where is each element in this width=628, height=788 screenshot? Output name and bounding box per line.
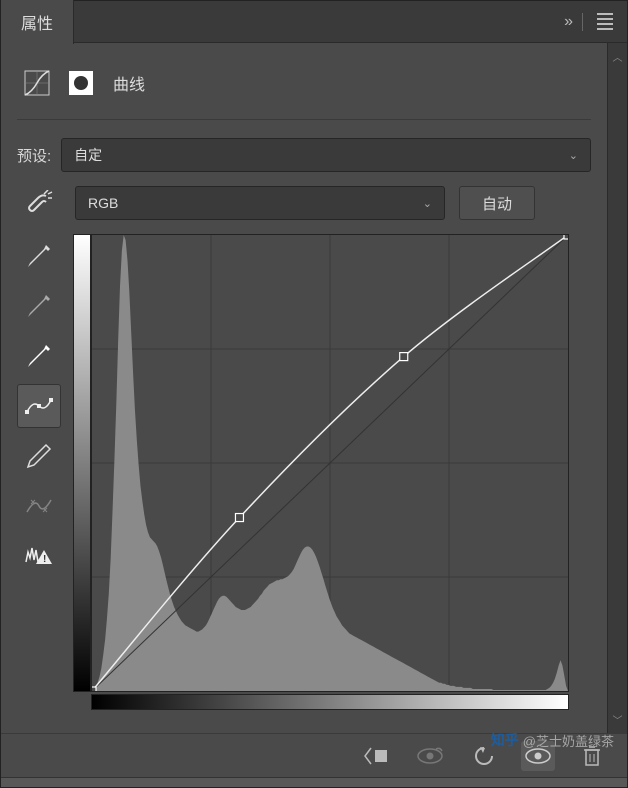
eyedropper-black-icon[interactable] — [17, 234, 61, 278]
eyedropper-gray-icon[interactable] — [17, 284, 61, 328]
watermark-author: @芝士奶盖绿茶 — [523, 731, 614, 750]
pencil-tool-icon[interactable] — [17, 434, 61, 478]
adjustment-type-row: 曲线 — [17, 53, 591, 120]
preset-select[interactable]: 自定 ⌄ — [61, 138, 591, 172]
adjustment-type-label: 曲线 — [113, 71, 145, 95]
mask-icon[interactable] — [65, 67, 97, 99]
channel-row: RGB ⌄ 自动 — [17, 186, 591, 220]
panel-tab[interactable]: 属性 — [1, 0, 74, 44]
clip-warning-icon[interactable]: ! — [17, 534, 61, 578]
preset-row: 预设: 自定 ⌄ — [17, 138, 591, 172]
collapse-icon[interactable]: » — [564, 13, 568, 31]
menu-icon[interactable] — [597, 13, 613, 31]
scrubby-icon[interactable] — [17, 190, 61, 216]
curves-icon[interactable] — [21, 67, 53, 99]
auto-button[interactable]: 自动 — [459, 186, 535, 220]
scroll-down-icon[interactable]: ﹀ — [613, 706, 623, 733]
input-gradient — [91, 694, 569, 710]
chevron-down-icon: ⌄ — [423, 197, 432, 210]
bottom-strip — [1, 777, 627, 787]
smooth-tool-icon[interactable] — [17, 484, 61, 528]
scroll-up-icon[interactable]: ︿ — [613, 43, 623, 70]
zhihu-logo: 知乎 — [491, 730, 519, 750]
panel-header: 属性 » — [1, 1, 627, 43]
watermark: 知乎 @芝士奶盖绿茶 — [491, 730, 614, 750]
channel-value: RGB — [88, 195, 118, 211]
view-previous-icon[interactable] — [413, 741, 447, 771]
svg-text:!: ! — [43, 554, 46, 565]
curve-editor[interactable] — [73, 234, 591, 710]
clip-to-layer-icon[interactable] — [359, 741, 393, 771]
divider — [582, 13, 583, 31]
preset-value: 自定 — [74, 145, 102, 165]
curve-point-tool-icon[interactable] — [17, 384, 61, 428]
chevron-down-icon: ⌄ — [569, 149, 578, 162]
channel-select[interactable]: RGB ⌄ — [75, 186, 445, 220]
preset-label: 预设: — [17, 145, 51, 166]
scrollbar[interactable]: ︿ ﹀ — [607, 43, 627, 733]
output-gradient — [73, 234, 91, 692]
curve-graph[interactable] — [91, 234, 569, 692]
eyedropper-white-icon[interactable] — [17, 334, 61, 378]
tool-column: ! — [17, 234, 63, 710]
